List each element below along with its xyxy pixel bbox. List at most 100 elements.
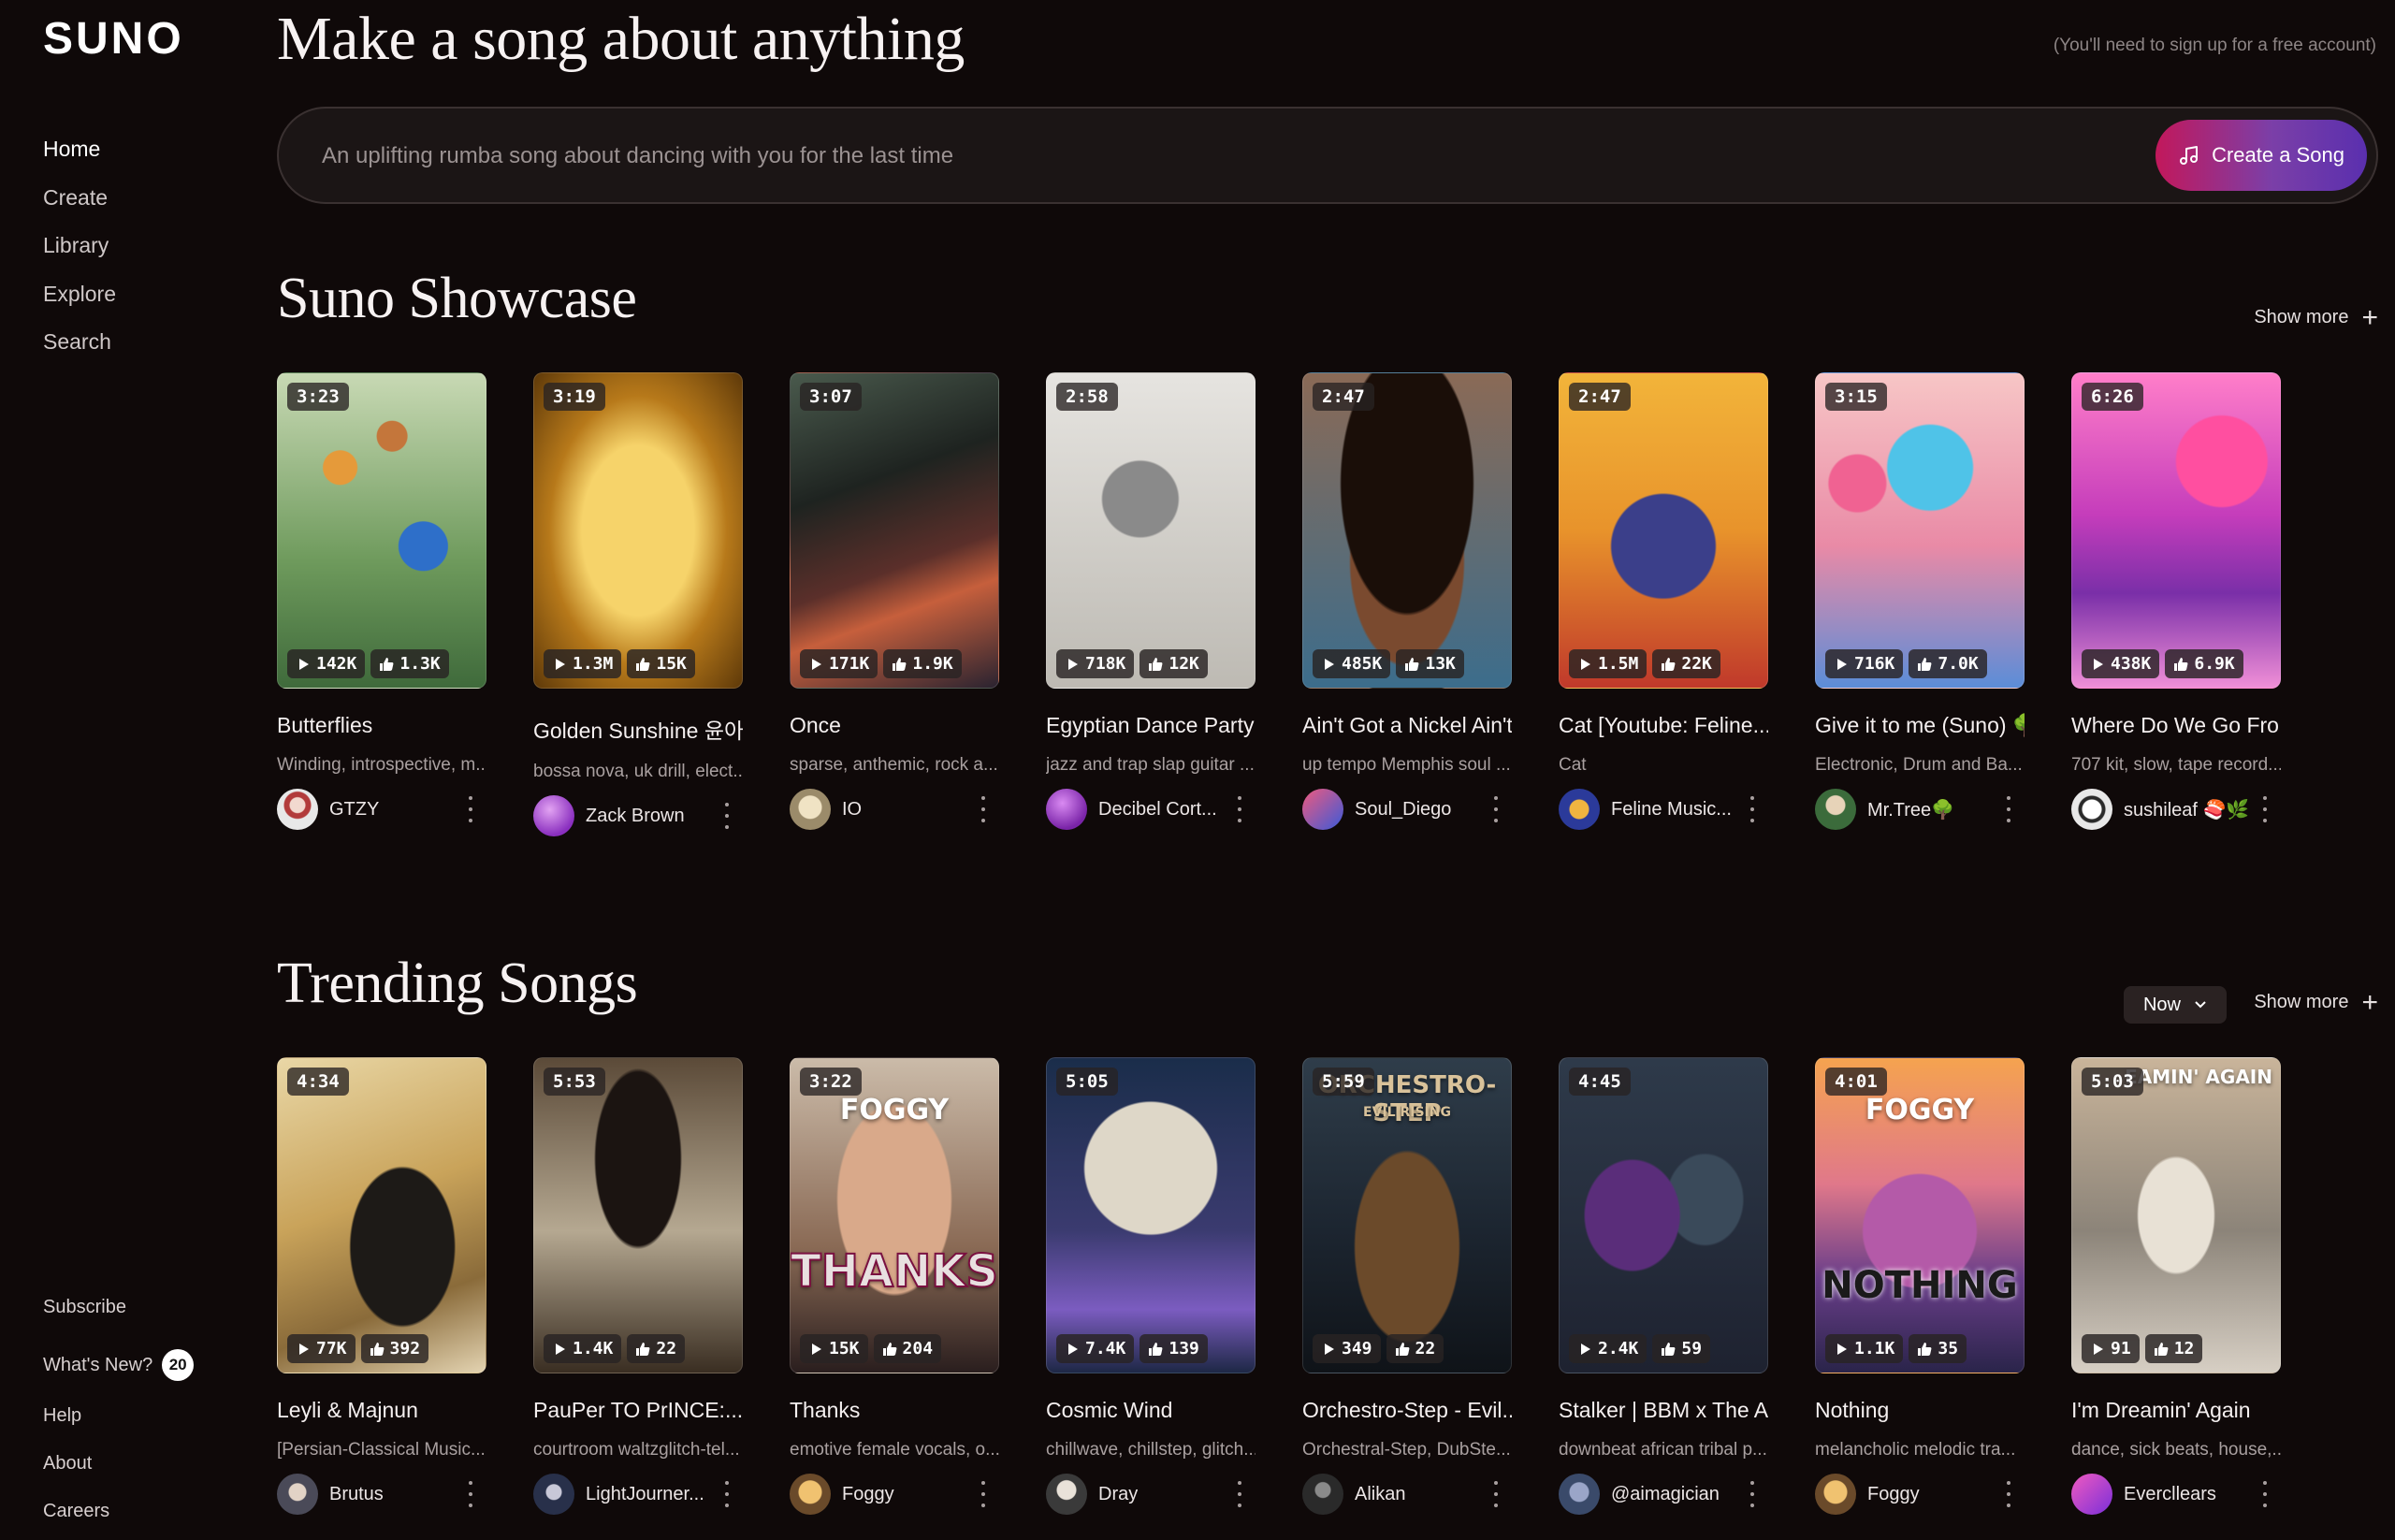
- trending-show-more-button[interactable]: Show more +: [2254, 988, 2378, 1016]
- song-title[interactable]: Butterflies: [277, 713, 486, 738]
- song-cover-art[interactable]: 2:58 718K 12K: [1046, 372, 1256, 689]
- author-name[interactable]: Decibel Cort...: [1098, 799, 1217, 821]
- more-options-icon[interactable]: [1237, 796, 1242, 822]
- more-options-icon[interactable]: [980, 1481, 986, 1507]
- song-card[interactable]: 2:47 485K 13K Ain't Got a Nickel Ain't... up…: [1302, 372, 1512, 836]
- avatar[interactable]: [2071, 789, 2112, 830]
- song-title[interactable]: Nothing: [1815, 1398, 2025, 1423]
- song-cover-art[interactable]: 2:47 485K 13K: [1302, 372, 1512, 689]
- song-title[interactable]: Where Do We Go Fro...: [2071, 713, 2281, 738]
- song-card[interactable]: 5:05 7.4K 139 Cosmic Wind chillwave, chillst…: [1046, 1057, 1256, 1515]
- song-card[interactable]: 3:07 171K 1.9K Once sparse, anthemic, rock a…: [790, 372, 999, 836]
- song-cover-art[interactable]: 3:15 716K 7.0K: [1815, 372, 2025, 689]
- nav-about[interactable]: About: [43, 1447, 194, 1479]
- nav-subscribe[interactable]: Subscribe: [43, 1291, 194, 1323]
- song-cover-art[interactable]: 3:19 1.3M 15K: [533, 372, 743, 689]
- song-cover-art[interactable]: 3:07 171K 1.9K: [790, 372, 999, 689]
- suno-logo[interactable]: SUNO: [43, 13, 184, 65]
- song-cover-art[interactable]: 4:34 77K 392: [277, 1057, 486, 1373]
- song-title[interactable]: PauPer TO PrINCE:...: [533, 1398, 743, 1423]
- song-cover-art[interactable]: ORCHESTRO-STEP EVIL RISING 5:59 349 22: [1302, 1057, 1512, 1373]
- author-name[interactable]: GTZY: [329, 799, 379, 821]
- song-card[interactable]: 3:23 142K 1.3K Butterflies Winding, introspe…: [277, 372, 486, 836]
- song-title[interactable]: Cosmic Wind: [1046, 1398, 1256, 1423]
- avatar[interactable]: [533, 795, 574, 836]
- song-cover-art[interactable]: 5:05 7.4K 139: [1046, 1057, 1256, 1373]
- song-cover-art[interactable]: EAMIN' AGAIN 5:03 91 12: [2071, 1057, 2281, 1373]
- song-card[interactable]: 2:58 718K 12K Egyptian Dance Party jazz and …: [1046, 372, 1256, 836]
- author-name[interactable]: Alikan: [1355, 1484, 1405, 1505]
- avatar[interactable]: [277, 789, 318, 830]
- nav-careers[interactable]: Careers: [43, 1495, 194, 1527]
- song-card[interactable]: 2:47 1.5M 22K Cat [Youtube: Feline... Cat Fel…: [1559, 372, 1768, 836]
- more-options-icon[interactable]: [724, 1481, 730, 1507]
- song-title[interactable]: Ain't Got a Nickel Ain't...: [1302, 713, 1512, 738]
- author-name[interactable]: LightJourner...: [586, 1484, 704, 1505]
- song-card[interactable]: ORCHESTRO-STEP EVIL RISING 5:59 349 22 Orches…: [1302, 1057, 1512, 1515]
- song-cover-art[interactable]: FOGGY NOTHING 4:01 1.1K 35: [1815, 1057, 2025, 1373]
- avatar[interactable]: [1559, 789, 1600, 830]
- song-card[interactable]: 5:53 1.4K 22 PauPer TO PrINCE:... courtroom …: [533, 1057, 743, 1515]
- more-options-icon[interactable]: [468, 796, 473, 822]
- more-options-icon[interactable]: [468, 1481, 473, 1507]
- author-name[interactable]: Mr.Tree🌳: [1867, 798, 1954, 821]
- showcase-show-more-button[interactable]: Show more +: [2254, 303, 2378, 331]
- song-title[interactable]: Orchestro-Step - Evil...: [1302, 1398, 1512, 1423]
- avatar[interactable]: [277, 1474, 318, 1515]
- song-card[interactable]: FOGGY NOTHING 4:01 1.1K 35 Nothing melancholic…: [1815, 1057, 2025, 1515]
- song-title[interactable]: Give it to me (Suno) 🌳: [1815, 713, 2025, 738]
- song-title[interactable]: Thanks: [790, 1398, 999, 1423]
- author-name[interactable]: sushileaf 🍣🌿: [2124, 798, 2249, 821]
- nav-search[interactable]: Search: [43, 327, 116, 376]
- more-options-icon[interactable]: [1237, 1481, 1242, 1507]
- nav-library[interactable]: Library: [43, 231, 116, 280]
- song-title[interactable]: Egyptian Dance Party: [1046, 713, 1256, 738]
- song-cover-art[interactable]: 5:53 1.4K 22: [533, 1057, 743, 1373]
- avatar[interactable]: [1815, 1474, 1856, 1515]
- more-options-icon[interactable]: [2262, 1481, 2268, 1507]
- nav-create[interactable]: Create: [43, 183, 116, 232]
- author-name[interactable]: Brutus: [329, 1484, 384, 1505]
- nav-home[interactable]: Home: [43, 135, 116, 183]
- song-cover-art[interactable]: 2:47 1.5M 22K: [1559, 372, 1768, 689]
- more-options-icon[interactable]: [724, 803, 730, 829]
- author-name[interactable]: Feline Music...: [1611, 799, 1732, 821]
- nav-help[interactable]: Help: [43, 1400, 194, 1431]
- author-name[interactable]: IO: [842, 799, 862, 821]
- avatar[interactable]: [1302, 789, 1343, 830]
- avatar[interactable]: [1815, 789, 1856, 830]
- author-name[interactable]: Foggy: [1867, 1484, 1920, 1505]
- song-card[interactable]: 3:15 716K 7.0K Give it to me (Suno) 🌳 Electr…: [1815, 372, 2025, 836]
- trending-period-select[interactable]: Now: [2124, 986, 2227, 1024]
- author-name[interactable]: Evercllears: [2124, 1484, 2216, 1505]
- song-cover-art[interactable]: 3:23 142K 1.3K: [277, 372, 486, 689]
- nav-explore[interactable]: Explore: [43, 280, 116, 328]
- author-name[interactable]: Dray: [1098, 1484, 1138, 1505]
- more-options-icon[interactable]: [980, 796, 986, 822]
- avatar[interactable]: [790, 789, 831, 830]
- avatar[interactable]: [1046, 1474, 1087, 1515]
- more-options-icon[interactable]: [1749, 796, 1755, 822]
- song-cover-art[interactable]: 6:26 438K 6.9K: [2071, 372, 2281, 689]
- author-name[interactable]: Foggy: [842, 1484, 894, 1505]
- avatar[interactable]: [2071, 1474, 2112, 1515]
- nav-whats-new[interactable]: What's New? 20: [43, 1349, 195, 1381]
- song-card[interactable]: 4:34 77K 392 Leyli & Majnun [Persian-Classic…: [277, 1057, 486, 1515]
- song-cover-art[interactable]: 4:45 2.4K 59: [1559, 1057, 1768, 1373]
- song-card[interactable]: FOGGY THANKS 3:22 15K 204 Thanks emotive femal…: [790, 1057, 999, 1515]
- song-card[interactable]: 4:45 2.4K 59 Stalker | BBM x The A... downbe…: [1559, 1057, 1768, 1515]
- song-card[interactable]: 3:19 1.3M 15K Golden Sunshine 윤아 bossa nova,…: [533, 372, 743, 836]
- author-name[interactable]: @aimagician: [1611, 1484, 1720, 1505]
- more-options-icon[interactable]: [2006, 1481, 2011, 1507]
- author-name[interactable]: Zack Brown: [586, 806, 685, 827]
- more-options-icon[interactable]: [2262, 796, 2268, 822]
- song-cover-art[interactable]: FOGGY THANKS 3:22 15K 204: [790, 1057, 999, 1373]
- song-title[interactable]: Leyli & Majnun: [277, 1398, 486, 1423]
- avatar[interactable]: [790, 1474, 831, 1515]
- author-name[interactable]: Soul_Diego: [1355, 799, 1451, 821]
- song-title[interactable]: Golden Sunshine 윤아: [533, 713, 743, 745]
- avatar[interactable]: [1559, 1474, 1600, 1515]
- more-options-icon[interactable]: [2006, 796, 2011, 822]
- avatar[interactable]: [1046, 789, 1087, 830]
- song-card[interactable]: 6:26 438K 6.9K Where Do We Go Fro... 707 kit…: [2071, 372, 2281, 836]
